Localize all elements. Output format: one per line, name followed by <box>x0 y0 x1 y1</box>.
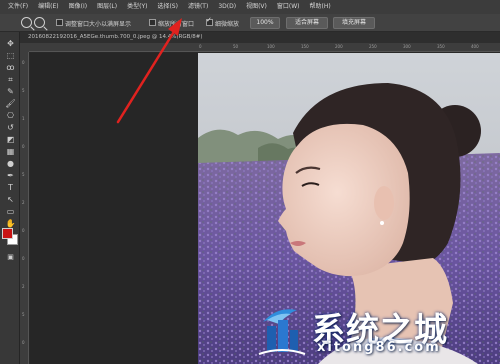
ruler-h-label: 400 <box>471 44 479 49</box>
document-tab[interactable]: 20160822192016_A5EGe.thumb.700_0.jpeg @ … <box>20 32 500 43</box>
ruler-h-label: 200 <box>335 44 343 49</box>
menu-file[interactable]: 文件(F) <box>8 0 28 14</box>
eyedropper-tool-icon[interactable]: ✎ <box>5 86 16 97</box>
horizontal-ruler: 0 50 100 150 200 250 300 350 400 <box>29 43 500 52</box>
fit-screen-button[interactable]: 适合屏幕 <box>286 17 328 29</box>
foreground-color-swatch[interactable] <box>2 228 13 239</box>
vertical-ruler: 05105200250 <box>20 52 29 364</box>
ruler-v-label: 5 <box>22 88 25 93</box>
watermark-url: xitong86.com <box>317 340 441 355</box>
ruler-v-label: 0 <box>22 60 25 65</box>
ruler-h-label: 150 <box>301 44 309 49</box>
crop-tool-icon[interactable]: ⌗ <box>5 74 16 85</box>
eraser-tool-icon[interactable]: ◩ <box>5 134 16 145</box>
marquee-tool-icon[interactable]: ⬚ <box>5 50 16 61</box>
tools-panel: ✋ ▭ ↖ T ✒ ● ▦ ◩ ↺ ⎔ 🖌 ✎ ⌗ ꝏ ⬚ ✥ ▣ <box>0 32 20 364</box>
menu-3d[interactable]: 3D(D) <box>218 0 236 14</box>
brush-tool-icon[interactable]: 🖌 <box>5 98 16 109</box>
ruler-h-label: 300 <box>403 44 411 49</box>
dodge-tool-icon[interactable]: ● <box>5 158 16 169</box>
menu-layer[interactable]: 图层(L) <box>97 0 117 14</box>
ruler-h-label: 100 <box>267 44 275 49</box>
ruler-h-label: 250 <box>369 44 377 49</box>
ruler-v-label: 5 <box>22 172 25 177</box>
menu-type[interactable]: 类型(Y) <box>127 0 147 14</box>
menu-edit[interactable]: 编辑(E) <box>38 0 58 14</box>
menu-view[interactable]: 视图(V) <box>246 0 267 14</box>
menu-filter[interactable]: 滤镜(T) <box>188 0 208 14</box>
menu-bar: 文件(F) 编辑(E) 图像(I) 图层(L) 类型(Y) 选择(S) 滤镜(T… <box>0 0 500 14</box>
ruler-v-label: 1 <box>22 116 25 121</box>
screen-mode-icon[interactable]: ▣ <box>5 252 16 263</box>
ruler-v-label: 0 <box>22 256 25 261</box>
document-tab-title: 20160822192016_A5EGe.thumb.700_0.jpeg @ … <box>28 34 203 40</box>
ruler-v-label: 0 <box>22 144 25 149</box>
scrubby-zoom-label: 细微缩放 <box>215 21 240 28</box>
fill-screen-button[interactable]: 填充屏幕 <box>333 17 375 29</box>
watermark-logo-icon <box>258 309 306 355</box>
scrubby-zoom-checkbox[interactable] <box>206 16 213 26</box>
lasso-tool-icon[interactable]: ꝏ <box>5 62 16 73</box>
ruler-h-label: 0 <box>199 44 202 49</box>
move-tool-icon[interactable]: ✥ <box>5 38 16 49</box>
history-brush-icon[interactable]: ↺ <box>5 122 16 133</box>
ruler-v-label: 0 <box>22 340 25 345</box>
path-select-icon[interactable]: ↖ <box>5 194 16 205</box>
fit-windows-checkbox[interactable] <box>56 19 63 26</box>
zoom-all-checkbox[interactable] <box>149 19 156 26</box>
ruler-v-label: 5 <box>22 312 25 317</box>
ruler-v-label: 2 <box>22 284 25 289</box>
zoom-all-label: 缩放所有窗口 <box>158 21 195 28</box>
menu-select[interactable]: 选择(S) <box>157 0 178 14</box>
pen-tool-icon[interactable]: ✒ <box>5 170 16 181</box>
ruler-corner <box>20 43 29 52</box>
ruler-h-label: 50 <box>233 44 239 49</box>
type-tool-icon[interactable]: T <box>5 182 16 193</box>
menu-window[interactable]: 窗口(W) <box>277 0 300 14</box>
options-bar: 调整窗口大小以满屏显示 缩放所有窗口 细微缩放 100% 适合屏幕 填充屏幕 <box>0 14 500 32</box>
zoom-in-icon[interactable] <box>21 17 32 28</box>
fit-windows-label: 调整窗口大小以满屏显示 <box>65 21 132 28</box>
menu-help[interactable]: 帮助(H) <box>310 0 331 14</box>
gradient-tool-icon[interactable]: ▦ <box>5 146 16 157</box>
zoom-100-button[interactable]: 100% <box>250 17 280 29</box>
ruler-v-label: 2 <box>22 200 25 205</box>
ruler-h-label: 350 <box>437 44 445 49</box>
ruler-v-label: 0 <box>22 228 25 233</box>
stamp-tool-icon[interactable]: ⎔ <box>5 110 16 121</box>
menu-image[interactable]: 图像(I) <box>69 0 87 14</box>
zoom-out-icon[interactable] <box>34 17 45 28</box>
shape-tool-icon[interactable]: ▭ <box>5 206 16 217</box>
